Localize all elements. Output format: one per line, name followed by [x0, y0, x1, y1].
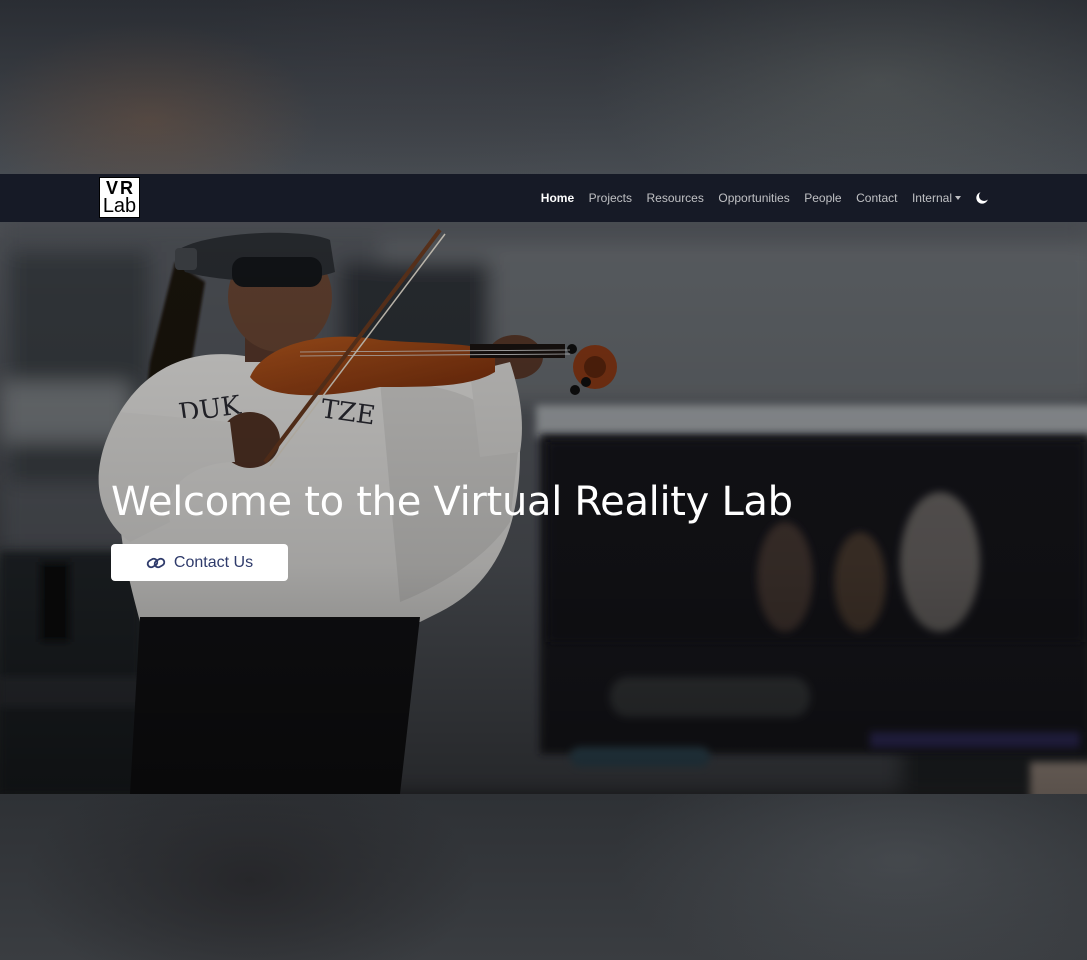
logo-text-lab: Lab — [102, 194, 137, 217]
nav-item-internal-label: Internal — [911, 191, 952, 205]
nav-item-resources[interactable]: Resources — [647, 191, 704, 205]
logo-text-vr: VR — [105, 177, 135, 198]
nav-links: Home Projects Resources Opportunities Pe… — [526, 174, 989, 222]
caret-down-icon — [955, 196, 961, 200]
nav-item-opportunities[interactable]: Opportunities — [718, 191, 789, 205]
page: VR Lab Home Projects Resources Opportuni… — [0, 0, 1087, 960]
navbar: VR Lab Home Projects Resources Opportuni… — [0, 174, 1087, 222]
nav-item-internal-dropdown[interactable]: Internal — [912, 191, 961, 205]
hero-section: DUK TZE — [0, 222, 1087, 794]
theme-toggle-button[interactable] — [975, 191, 989, 205]
contact-us-button[interactable]: Contact Us — [111, 544, 288, 581]
vr-lab-logo[interactable]: VR Lab — [99, 177, 140, 218]
contact-us-label: Contact Us — [173, 553, 254, 571]
hero-title: Welcome to the Virtual Reality Lab — [111, 479, 793, 525]
moon-icon — [976, 192, 988, 204]
nav-item-people[interactable]: People — [804, 191, 841, 205]
nav-item-home[interactable]: Home — [541, 191, 574, 205]
background-shade — [0, 0, 1087, 174]
nav-item-contact[interactable]: Contact — [856, 191, 897, 205]
nav-item-projects[interactable]: Projects — [589, 191, 632, 205]
link-icon — [146, 556, 166, 570]
